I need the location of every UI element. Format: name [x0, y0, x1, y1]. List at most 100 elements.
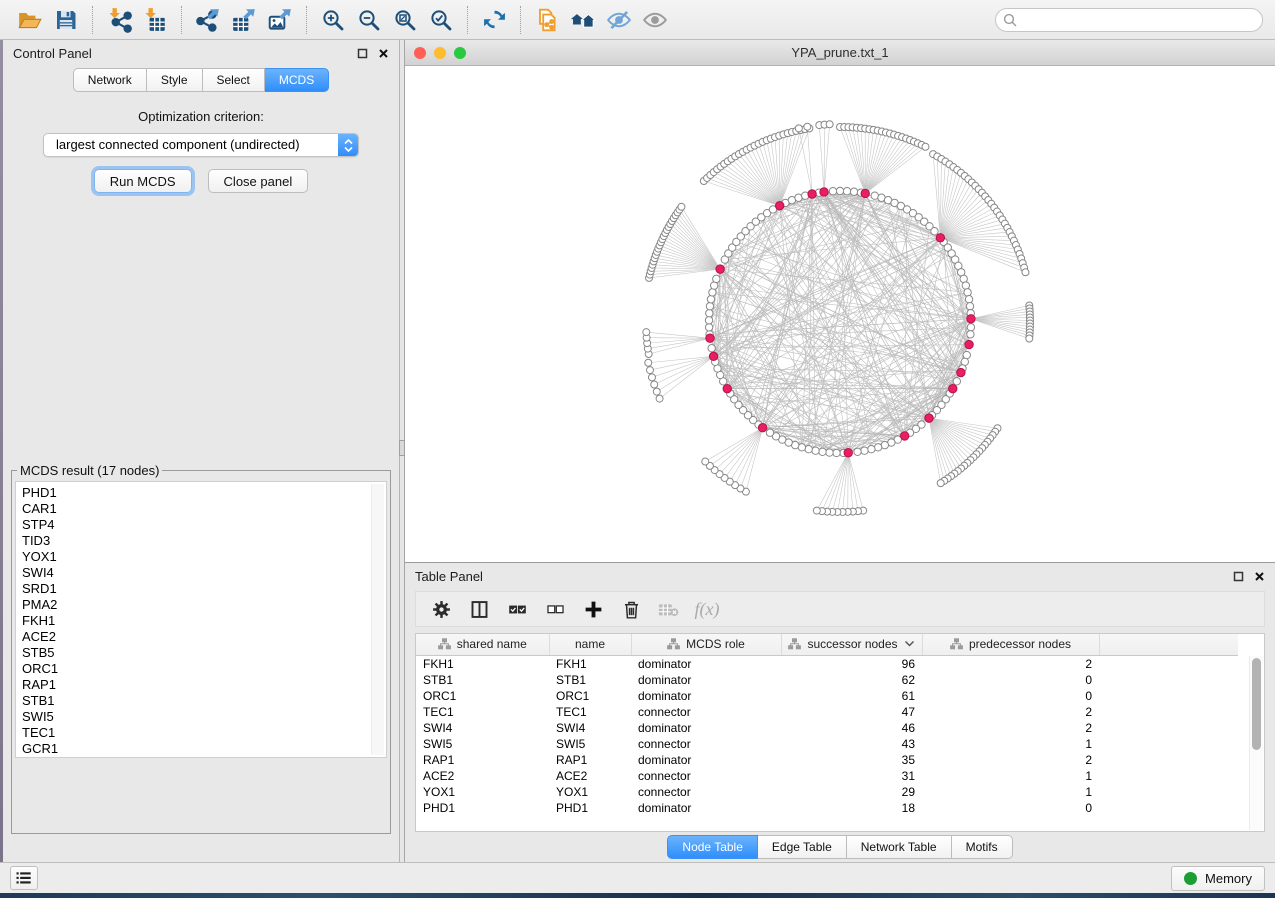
table-cell[interactable]: 0	[922, 672, 1099, 688]
table-cell[interactable]: PHD1	[549, 800, 631, 816]
table-cell[interactable]: 31	[781, 768, 922, 784]
export-network-button[interactable]	[190, 4, 226, 36]
mcds-result-item[interactable]: STP4	[22, 517, 386, 533]
apply-layout-button[interactable]	[476, 4, 512, 36]
delete-column-button[interactable]	[614, 594, 648, 624]
minimize-window-button[interactable]	[434, 47, 446, 59]
mcds-result-item[interactable]: ORC1	[22, 661, 386, 677]
table-row[interactable]: PHD1PHD1dominator180	[416, 800, 1238, 816]
zoom-selected-button[interactable]	[423, 4, 459, 36]
network-canvas[interactable]	[405, 66, 1275, 562]
tab-style[interactable]: Style	[147, 68, 203, 92]
table-cell[interactable]: ORC1	[416, 688, 549, 704]
table-scrollbar[interactable]	[1249, 656, 1263, 830]
network-node[interactable]	[646, 367, 653, 374]
network-node[interactable]	[850, 188, 857, 195]
table-cell[interactable]: 35	[781, 752, 922, 768]
network-hub-node[interactable]	[957, 368, 965, 376]
network-node[interactable]	[645, 359, 652, 366]
network-node[interactable]	[709, 289, 716, 296]
network-hub-node[interactable]	[965, 340, 973, 348]
network-hub-node[interactable]	[808, 190, 816, 198]
table-cell[interactable]: 47	[781, 704, 922, 720]
close-table-panel-button[interactable]	[1254, 571, 1265, 582]
network-hub-node[interactable]	[925, 414, 933, 422]
table-cell[interactable]: ACE2	[416, 768, 549, 784]
mcds-result-item[interactable]: SWI5	[22, 709, 386, 725]
table-cell[interactable]: dominator	[631, 800, 781, 816]
network-node[interactable]	[656, 395, 663, 402]
tab-node-table[interactable]: Node Table	[667, 835, 758, 859]
float-table-panel-button[interactable]	[1233, 571, 1244, 582]
network-node[interactable]	[653, 388, 660, 395]
network-node[interactable]	[1026, 335, 1033, 342]
table-cell[interactable]: 1	[922, 736, 1099, 752]
table-cell[interactable]: 1	[922, 784, 1099, 800]
column-header-MCDS-role[interactable]: MCDS role	[631, 634, 781, 655]
network-node[interactable]	[868, 445, 875, 452]
tab-motifs[interactable]: Motifs	[952, 835, 1013, 859]
table-cell[interactable]: 1	[922, 768, 1099, 784]
table-cell[interactable]: RAP1	[549, 752, 631, 768]
close-window-button[interactable]	[414, 47, 426, 59]
zoom-out-button[interactable]	[351, 4, 387, 36]
network-node[interactable]	[966, 303, 973, 310]
network-node[interactable]	[843, 187, 850, 194]
network-node[interactable]	[964, 289, 971, 296]
network-node[interactable]	[804, 123, 811, 130]
table-cell[interactable]: 46	[781, 720, 922, 736]
tab-network-table[interactable]: Network Table	[847, 835, 952, 859]
network-node[interactable]	[651, 381, 658, 388]
table-cell[interactable]: connector	[631, 736, 781, 752]
network-node[interactable]	[813, 507, 820, 514]
tab-select[interactable]: Select	[203, 68, 265, 92]
table-cell[interactable]: 2	[922, 655, 1099, 672]
table-cell[interactable]: dominator	[631, 688, 781, 704]
maximize-window-button[interactable]	[454, 47, 466, 59]
table-cell[interactable]: 2	[922, 704, 1099, 720]
function-builder-button[interactable]: f(x)	[690, 594, 724, 624]
table-cell[interactable]: 61	[781, 688, 922, 704]
table-cell[interactable]: dominator	[631, 720, 781, 736]
table-cell[interactable]: TEC1	[416, 704, 549, 720]
table-row[interactable]: ORC1ORC1dominator610	[416, 688, 1238, 704]
table-cell[interactable]: STB1	[549, 672, 631, 688]
delete-table-button[interactable]	[652, 594, 686, 624]
table-cell[interactable]: 43	[781, 736, 922, 752]
table-cell[interactable]: 29	[781, 784, 922, 800]
table-cell[interactable]: ACE2	[549, 768, 631, 784]
open-session-button[interactable]	[12, 4, 48, 36]
mcds-result-item[interactable]: TEC1	[22, 725, 386, 741]
network-hub-node[interactable]	[716, 265, 724, 273]
column-header-name[interactable]: name	[549, 634, 631, 655]
network-hub-node[interactable]	[776, 201, 784, 209]
network-hub-node[interactable]	[709, 352, 717, 360]
network-node[interactable]	[707, 296, 714, 303]
table-cell[interactable]: FKH1	[549, 655, 631, 672]
table-cell[interactable]: YOX1	[416, 784, 549, 800]
network-node[interactable]	[708, 345, 715, 352]
network-node[interactable]	[931, 228, 938, 235]
table-cell[interactable]: FKH1	[416, 655, 549, 672]
network-node[interactable]	[678, 203, 685, 210]
criterion-dropdown[interactable]: largest connected component (undirected)	[43, 133, 359, 157]
show-columns-button[interactable]	[462, 594, 496, 624]
column-header-shared-name[interactable]: shared name	[416, 634, 549, 655]
hide-selected-button[interactable]	[601, 4, 637, 36]
table-row[interactable]: SWI5SWI5connector431	[416, 736, 1238, 752]
tab-mcds[interactable]: MCDS	[265, 68, 329, 92]
float-panel-button[interactable]	[357, 48, 368, 59]
network-node[interactable]	[706, 310, 713, 317]
unselect-all-button[interactable]	[538, 594, 572, 624]
table-cell[interactable]: PHD1	[416, 800, 549, 816]
save-session-button[interactable]	[48, 4, 84, 36]
network-hub-node[interactable]	[758, 424, 766, 432]
zoom-in-button[interactable]	[315, 4, 351, 36]
network-hub-node[interactable]	[936, 234, 944, 242]
network-node[interactable]	[922, 143, 929, 150]
add-column-button[interactable]	[576, 594, 610, 624]
table-cell[interactable]: ORC1	[549, 688, 631, 704]
network-hub-node[interactable]	[820, 188, 828, 196]
mcds-result-item[interactable]: SWI4	[22, 565, 386, 581]
network-node[interactable]	[805, 445, 812, 452]
